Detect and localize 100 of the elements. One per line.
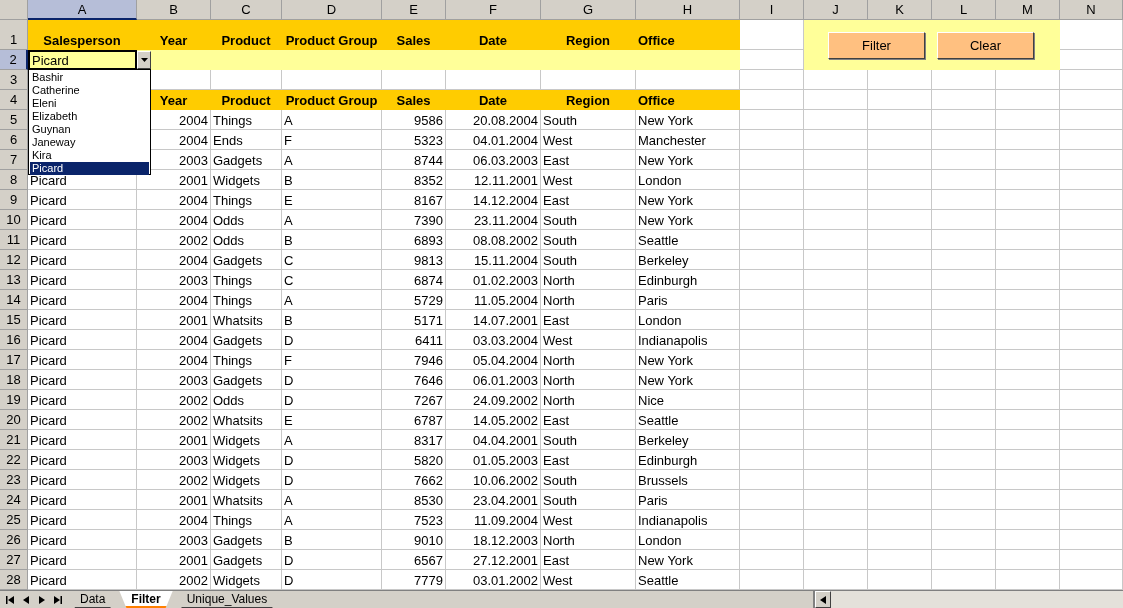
column-header[interactable]: K: [868, 0, 932, 20]
table-cell: Nice: [636, 390, 740, 410]
next-sheet-button[interactable]: [37, 594, 46, 605]
column-header[interactable]: J: [804, 0, 868, 20]
table-cell: East: [541, 450, 636, 470]
row-header[interactable]: 15: [0, 310, 28, 330]
table-cell: D: [282, 570, 382, 590]
row-header[interactable]: 12: [0, 250, 28, 270]
sheet-tab[interactable]: Filter: [119, 591, 173, 608]
table-cell: F: [282, 350, 382, 370]
table-cell: North: [541, 270, 636, 290]
table-cell: West: [541, 510, 636, 530]
row-header[interactable]: 8: [0, 170, 28, 190]
row-header[interactable]: 10: [0, 210, 28, 230]
table-cell: West: [541, 330, 636, 350]
table-cell: 2001: [137, 490, 211, 510]
table-cell: A: [282, 210, 382, 230]
table-cell: 2004: [137, 290, 211, 310]
row-header[interactable]: 19: [0, 390, 28, 410]
table-cell: 23.11.2004: [446, 210, 541, 230]
row-header[interactable]: 3: [0, 70, 28, 90]
input-field[interactable]: Picard: [28, 50, 137, 70]
row-header[interactable]: 28: [0, 570, 28, 590]
table-cell: B: [282, 530, 382, 550]
table-cell: Things: [211, 190, 282, 210]
table-cell: New York: [636, 110, 740, 130]
row-header[interactable]: 11: [0, 230, 28, 250]
previous-sheet-button[interactable]: [21, 594, 30, 605]
scroll-left-button[interactable]: [815, 591, 831, 608]
row-header[interactable]: 13: [0, 270, 28, 290]
column-header[interactable]: D: [282, 0, 382, 20]
table-cell: Picard: [28, 330, 137, 350]
row-header[interactable]: 9: [0, 190, 28, 210]
row-header[interactable]: 2: [0, 50, 28, 70]
table-cell: 01.05.2003: [446, 450, 541, 470]
table-cell: D: [282, 450, 382, 470]
table-cell: 2001: [137, 170, 211, 190]
table-cell: 8317: [382, 430, 446, 450]
table-cell: Picard: [28, 550, 137, 570]
row-header[interactable]: 18: [0, 370, 28, 390]
table-cell: Picard: [28, 210, 137, 230]
row-header[interactable]: 5: [0, 110, 28, 130]
column-header[interactable]: H: [636, 0, 740, 20]
row-header[interactable]: 14: [0, 290, 28, 310]
table-cell: Seattle: [636, 410, 740, 430]
dropdown-button[interactable]: [137, 51, 151, 69]
row-header[interactable]: 21: [0, 430, 28, 450]
row-header[interactable]: 4: [0, 90, 28, 110]
row-header[interactable]: 26: [0, 530, 28, 550]
first-sheet-button[interactable]: [5, 594, 14, 605]
table-cell: A: [282, 290, 382, 310]
table-cell: 7779: [382, 570, 446, 590]
column-header[interactable]: F: [446, 0, 541, 20]
table-cell: Paris: [636, 290, 740, 310]
column-heading: Date: [446, 20, 541, 50]
row-header[interactable]: 22: [0, 450, 28, 470]
column-header[interactable]: B: [137, 0, 211, 20]
row-header[interactable]: 1: [0, 20, 28, 50]
table-cell: New York: [636, 370, 740, 390]
table-cell: Picard: [28, 250, 137, 270]
column-header[interactable]: L: [932, 0, 996, 20]
filter-button[interactable]: Filter: [828, 32, 925, 59]
table-cell: Indianapolis: [636, 510, 740, 530]
table-cell: Picard: [28, 490, 137, 510]
table-cell: 2002: [137, 230, 211, 250]
column-header[interactable]: C: [211, 0, 282, 20]
column-header[interactable]: E: [382, 0, 446, 20]
row-header[interactable]: 20: [0, 410, 28, 430]
list-item[interactable]: Bashir: [30, 71, 149, 84]
table-cell: Whatsits: [211, 310, 282, 330]
table-cell: 14.12.2004: [446, 190, 541, 210]
table-cell: B: [282, 230, 382, 250]
table-cell: Things: [211, 290, 282, 310]
table-cell: 2004: [137, 250, 211, 270]
column-header[interactable]: G: [541, 0, 636, 20]
column-header[interactable]: I: [740, 0, 804, 20]
table-cell: B: [282, 310, 382, 330]
list-item[interactable]: Picard: [30, 162, 149, 175]
column-header[interactable]: M: [996, 0, 1060, 20]
table-cell: 03.01.2002: [446, 570, 541, 590]
row-header[interactable]: 24: [0, 490, 28, 510]
table-cell: 9813: [382, 250, 446, 270]
row-header[interactable]: 6: [0, 130, 28, 150]
table-cell: 04.01.2004: [446, 130, 541, 150]
column-header[interactable]: A: [28, 0, 137, 20]
last-sheet-button[interactable]: [53, 594, 62, 605]
row-header[interactable]: 25: [0, 510, 28, 530]
table-cell: 2004: [137, 190, 211, 210]
row-header[interactable]: 27: [0, 550, 28, 570]
table-cell: D: [282, 330, 382, 350]
table-cell: South: [541, 490, 636, 510]
clear-button[interactable]: Clear: [937, 32, 1034, 59]
table-cell: Picard: [28, 390, 137, 410]
row-header[interactable]: 16: [0, 330, 28, 350]
row-header[interactable]: 7: [0, 150, 28, 170]
column-header[interactable]: N: [1060, 0, 1123, 20]
row-header[interactable]: 17: [0, 350, 28, 370]
horizontal-scrollbar[interactable]: [813, 591, 1123, 608]
row-header[interactable]: 23: [0, 470, 28, 490]
table-cell: 2002: [137, 570, 211, 590]
